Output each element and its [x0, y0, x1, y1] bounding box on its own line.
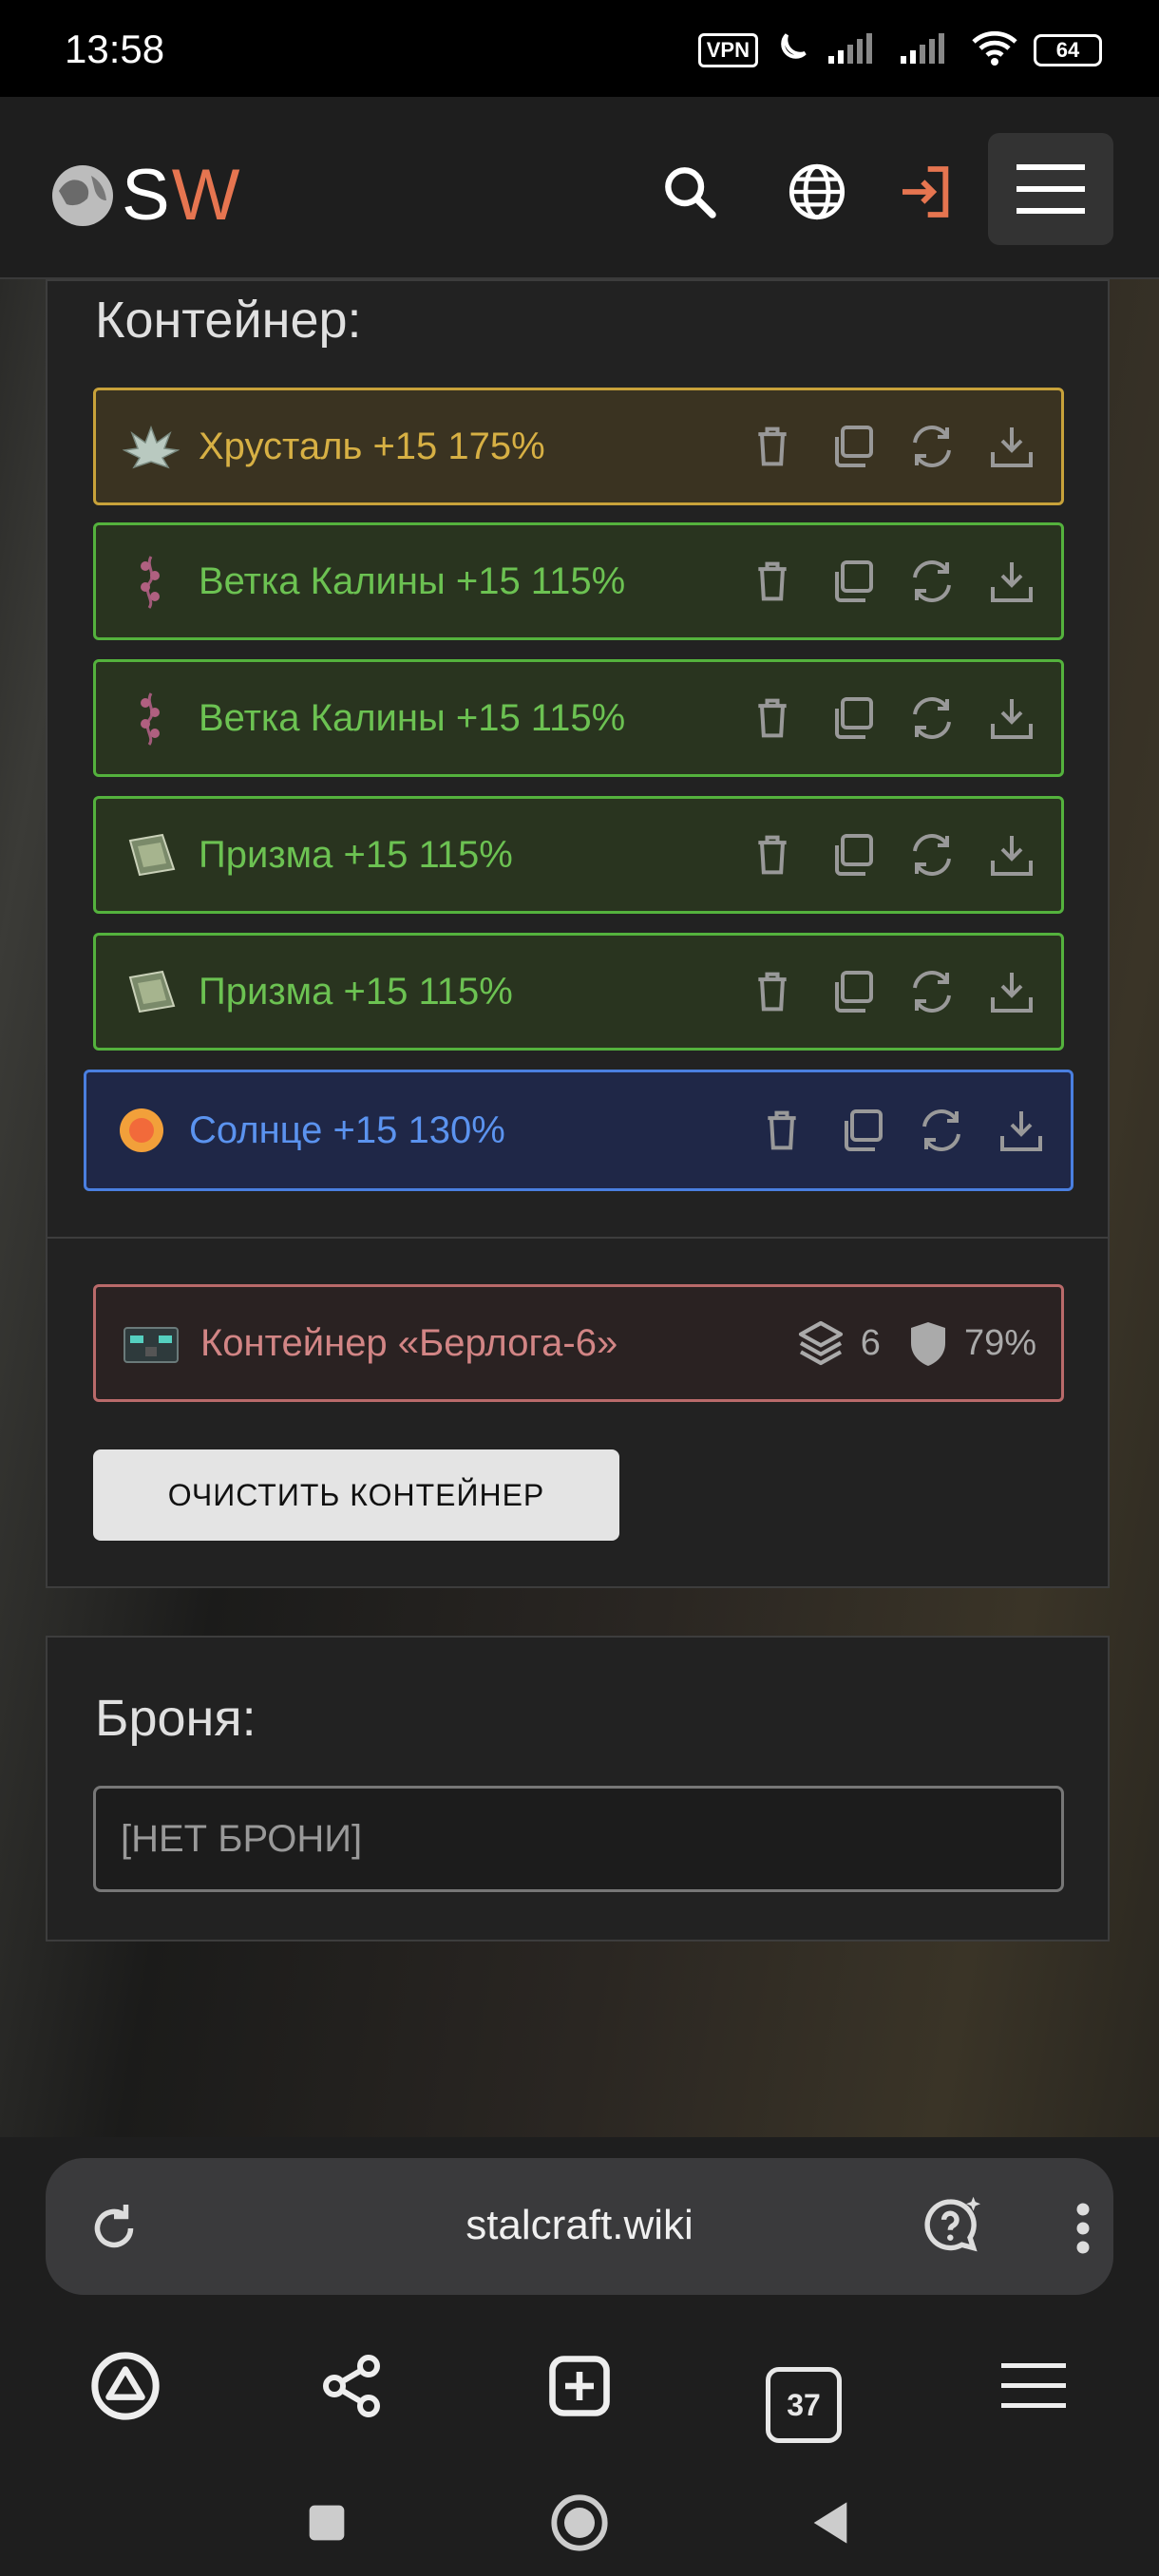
item-label: Призма +15 115% [199, 970, 513, 1013]
prism-icon [123, 963, 180, 1020]
copy-icon[interactable] [827, 422, 877, 471]
item-label: Призма +15 115% [199, 833, 513, 876]
container-name: Контейнер «Берлога-6» [200, 1321, 618, 1364]
trash-icon[interactable] [748, 830, 797, 880]
more-options-icon[interactable] [1074, 2200, 1092, 2262]
swap-icon[interactable] [907, 557, 957, 606]
trash-icon[interactable] [757, 1106, 807, 1155]
item-label: Хрусталь +15 175% [199, 425, 545, 467]
container-item[interactable]: Призма +15 115% [93, 796, 1064, 914]
share-icon[interactable] [314, 2348, 390, 2424]
browser-menu-icon[interactable] [996, 2348, 1072, 2424]
container-icon [121, 1315, 181, 1372]
clear-container-button[interactable]: ОЧИСТИТЬ КОНТЕЙНЕР [93, 1449, 619, 1541]
new-tab-icon[interactable] [542, 2348, 618, 2424]
hamburger-icon [1016, 164, 1085, 214]
armor-panel: Броня: [НЕТ БРОНИ] [46, 1636, 1110, 1941]
sun-icon [113, 1102, 170, 1159]
download-icon[interactable] [997, 1106, 1046, 1155]
download-icon[interactable] [987, 693, 1036, 743]
globe-icon [788, 163, 846, 220]
trash-icon[interactable] [748, 693, 797, 743]
search-icon [665, 167, 716, 218]
copy-icon[interactable] [827, 830, 877, 880]
vpn-badge: VPN [697, 32, 758, 67]
language-button[interactable] [781, 156, 853, 228]
search-button[interactable] [654, 156, 726, 228]
crystal-icon [123, 418, 180, 475]
site-header: SW [0, 97, 1159, 279]
item-label: Ветка Калины +15 115% [199, 559, 626, 602]
layers-icon [798, 1320, 843, 1366]
copy-icon[interactable] [827, 557, 877, 606]
container-item-selected[interactable]: Солнце +15 130% [84, 1070, 1074, 1191]
shield-icon [910, 1322, 945, 1366]
site-logo[interactable]: SW [49, 154, 241, 237]
signal-icon [826, 31, 884, 68]
download-icon[interactable] [987, 422, 1036, 471]
swap-icon[interactable] [907, 830, 957, 880]
login-button[interactable] [889, 156, 961, 228]
logo-letter-w: W [171, 155, 242, 236]
copy-icon[interactable] [837, 1106, 886, 1155]
container-summary[interactable]: Контейнер «Берлога-6» 6 79% [93, 1284, 1064, 1402]
item-label: Ветка Калины +15 115% [199, 696, 626, 739]
copy-icon[interactable] [827, 967, 877, 1016]
moon-icon [773, 28, 811, 71]
menu-button[interactable] [988, 133, 1113, 245]
container-item[interactable]: Ветка Калины +15 115% [93, 522, 1064, 640]
slot-count: 6 [860, 1322, 881, 1363]
recents-nav-icon[interactable] [289, 2485, 365, 2561]
browser-toolbar: stalcraft.wiki 37 [0, 2137, 1159, 2576]
signal-icon-2 [899, 31, 956, 68]
divider [48, 1237, 1108, 1239]
container-title: Контейнер: [95, 292, 362, 349]
viburnum-branch-icon [123, 553, 180, 610]
download-icon[interactable] [987, 967, 1036, 1016]
item-label: Солнце +15 130% [189, 1108, 505, 1151]
ai-assistant-icon[interactable] [920, 2194, 986, 2265]
download-icon[interactable] [987, 830, 1036, 880]
status-bar: 13:58 VPN 64 [0, 0, 1159, 97]
trash-icon[interactable] [748, 557, 797, 606]
back-nav-icon[interactable] [792, 2485, 868, 2561]
wifi-icon [971, 28, 1018, 71]
armor-select[interactable]: [НЕТ БРОНИ] [93, 1786, 1064, 1892]
swap-icon[interactable] [907, 693, 957, 743]
copy-icon[interactable] [827, 693, 877, 743]
login-icon [902, 166, 949, 218]
tabs-button[interactable]: 37 [766, 2348, 842, 2443]
trash-icon[interactable] [748, 967, 797, 1016]
protection-value: 79% [963, 1322, 1036, 1363]
download-icon[interactable] [987, 557, 1036, 606]
prism-icon [123, 826, 180, 883]
home-icon[interactable] [87, 2348, 163, 2424]
tab-count: 37 [766, 2367, 842, 2443]
swap-icon[interactable] [917, 1106, 966, 1155]
logo-letter-s: S [122, 155, 172, 236]
container-item[interactable]: Ветка Калины +15 115% [93, 659, 1064, 777]
container-item[interactable]: Хрусталь +15 175% [93, 388, 1064, 505]
container-panel: Контейнер: Хрусталь +15 175% Ветка Калин… [46, 279, 1110, 1588]
globe-logo-icon [52, 164, 113, 226]
battery-indicator: 64 [1034, 33, 1102, 66]
viburnum-branch-icon [123, 690, 180, 747]
swap-icon[interactable] [907, 967, 957, 1016]
container-item[interactable]: Призма +15 115% [93, 933, 1064, 1051]
address-bar[interactable]: stalcraft.wiki [46, 2158, 1113, 2295]
trash-icon[interactable] [748, 422, 797, 471]
swap-icon[interactable] [907, 422, 957, 471]
clock: 13:58 [65, 27, 165, 71]
armor-title: Броня: [95, 1690, 256, 1747]
home-nav-icon[interactable] [542, 2485, 618, 2561]
